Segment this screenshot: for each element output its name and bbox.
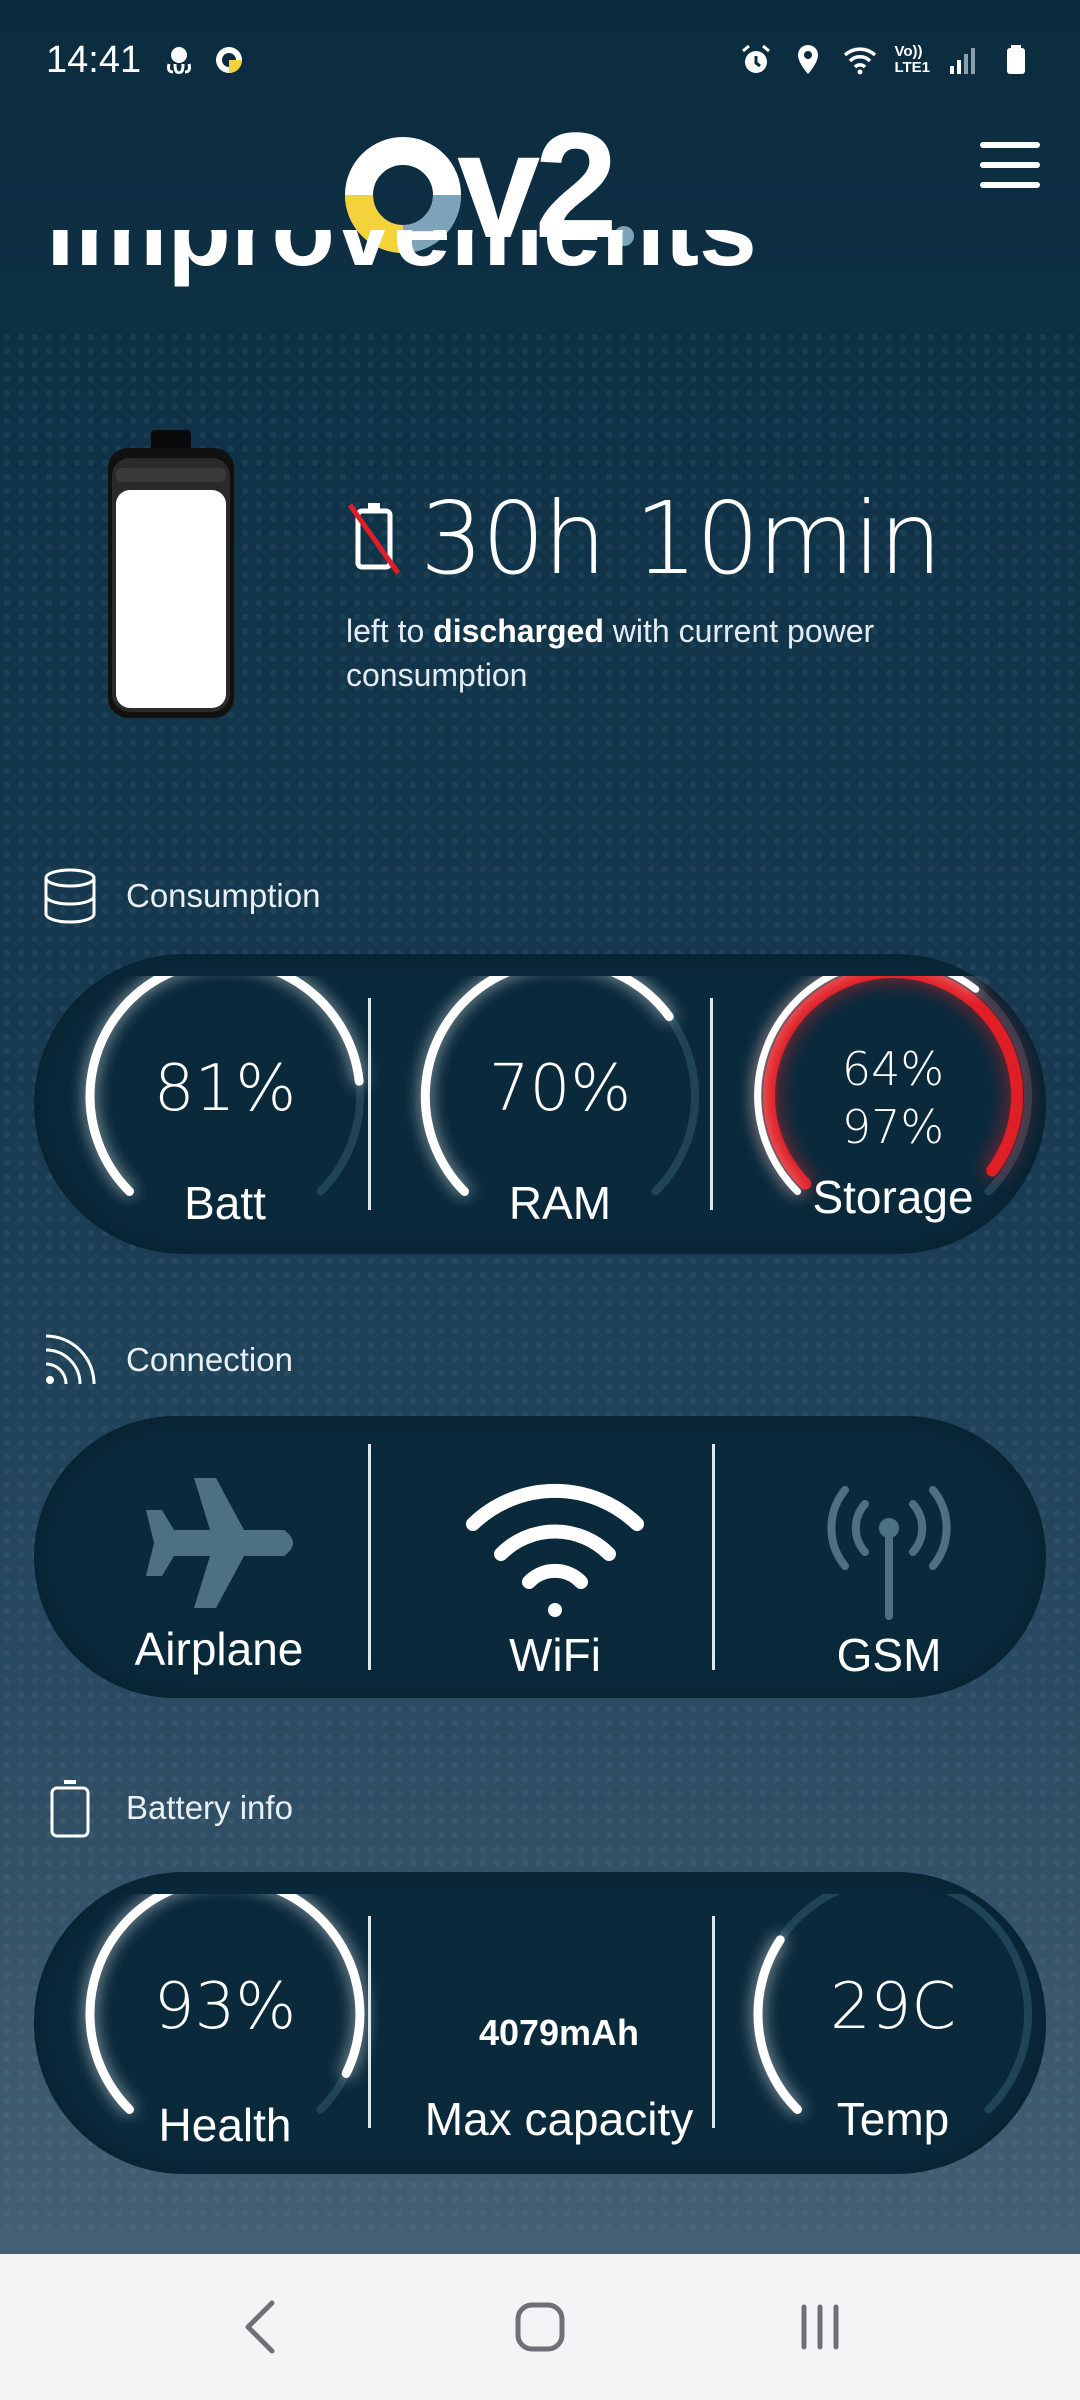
ring-app-icon [216, 47, 243, 73]
max-capacity-value: 4079mAh [478, 2012, 640, 2053]
antenna-icon [827, 1486, 951, 1620]
alarm-icon [742, 44, 771, 73]
airplane-label: Airplane [134, 1623, 304, 1675]
wifi-icon [466, 1483, 644, 1617]
discharge-text-bold: discharged [433, 613, 604, 649]
storage-label: Storage [812, 1171, 974, 1223]
max-capacity-label: Max capacity [424, 2093, 694, 2145]
battery-info-panel: 93% Health 4079mAh Max capacity 29C Temp [34, 1872, 1046, 2174]
volte-label: Vo)) [894, 43, 923, 60]
connection-title: Connection [126, 1341, 293, 1378]
consumption-section-title: Consumption [40, 866, 320, 926]
battery-discharge-icon [347, 502, 401, 574]
divider [368, 1916, 371, 2128]
airplane-toggle[interactable]: Airplane [54, 1416, 384, 1698]
battery-info-section-title: Battery info [40, 1778, 293, 1838]
storage-gauge[interactable]: 64% 97% Storage [728, 954, 1058, 1254]
database-icon [44, 868, 96, 924]
wifi-icon [844, 47, 877, 75]
storage-value-used: 64% [841, 1042, 945, 1096]
health-label: Health [158, 2099, 292, 2151]
home-icon[interactable] [495, 2282, 585, 2372]
wifi-label: WiFi [509, 1629, 601, 1681]
batt-value: 81% [153, 1052, 297, 1126]
ram-label: RAM [508, 1177, 612, 1229]
page-title-text: improvements [46, 230, 757, 288]
status-time: 14:41 [46, 38, 142, 81]
consumption-title: Consumption [126, 877, 321, 914]
ram-gauge[interactable]: 70% RAM [395, 954, 725, 1254]
consumption-panel: 81% Batt 70% RAM 64% 97% Storage [34, 954, 1046, 1254]
airplane-icon [146, 1478, 293, 1608]
hamburger-menu-icon[interactable] [980, 142, 1040, 190]
divider [368, 1444, 371, 1670]
discharge-description: left to discharged with current power co… [346, 609, 966, 697]
battery-outline-icon [50, 1780, 90, 1838]
signal-icon [950, 48, 975, 74]
lte-label: LTE1 [894, 59, 930, 76]
gsm-label: GSM [836, 1629, 942, 1681]
back-icon[interactable] [215, 2282, 305, 2372]
max-capacity: 4079mAh Max capacity [394, 1872, 724, 2172]
gsm-toggle[interactable]: GSM [724, 1416, 1054, 1698]
connection-section-title: Connection [40, 1330, 293, 1390]
discharge-time: 30h 10min [420, 480, 942, 597]
connection-panel: Airplane WiFi GSM [34, 1416, 1046, 1698]
discharge-text-before: left to [346, 613, 434, 649]
health-value: 93% [153, 1970, 297, 2044]
discharge-estimate: 30h 10min left to discharged with curren… [346, 480, 966, 697]
location-icon [798, 45, 819, 74]
divider [712, 1444, 715, 1670]
batt-label: Batt [184, 1177, 266, 1229]
wifi-toggle[interactable]: WiFi [390, 1416, 720, 1698]
battery-icon [1007, 45, 1025, 74]
recents-icon[interactable] [775, 2282, 865, 2372]
page-title: improvements [46, 230, 757, 322]
volte-indicator: Vo)) LTE1 [894, 44, 930, 76]
divider [710, 998, 713, 1210]
divider [368, 998, 371, 1210]
ram-value: 70% [488, 1052, 632, 1126]
connection-signal-icon [45, 1334, 96, 1385]
temp-gauge[interactable]: 29C Temp [728, 1872, 1058, 2172]
storage-value-secondary: 97% [841, 1100, 945, 1154]
divider [712, 1916, 715, 2128]
system-nav-bar [0, 2254, 1080, 2400]
battery-level-visual [108, 430, 234, 718]
batt-gauge[interactable]: 81% Batt [60, 954, 390, 1254]
battery-info-title: Battery info [126, 1789, 293, 1826]
octopus-icon [167, 47, 192, 74]
temp-label: Temp [836, 2093, 950, 2145]
temp-value: 29C [829, 1970, 957, 2044]
health-gauge[interactable]: 93% Health [60, 1872, 390, 2172]
